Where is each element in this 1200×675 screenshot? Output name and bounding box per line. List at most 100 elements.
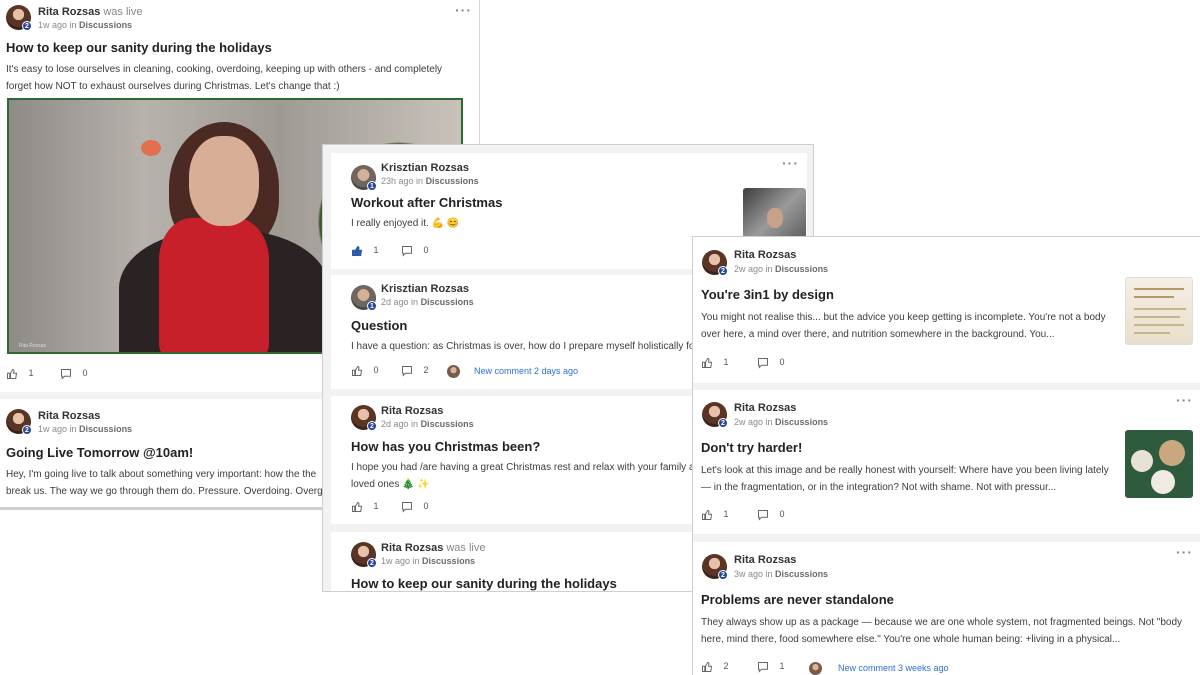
like-count: 2 bbox=[723, 661, 729, 672]
post-title[interactable]: Don't try harder! bbox=[701, 440, 802, 455]
post-meta: 3w ago in Discussions bbox=[734, 569, 829, 579]
presenter-face bbox=[189, 136, 259, 226]
post-meta: 23h ago in Discussions bbox=[381, 176, 479, 186]
author-name[interactable]: Rita Rozsas bbox=[734, 249, 796, 261]
comment-button[interactable]: 2 bbox=[401, 365, 429, 377]
category-link[interactable]: Discussions bbox=[775, 264, 828, 274]
like-count: 1 bbox=[373, 501, 379, 512]
comment-button[interactable]: 1 bbox=[757, 661, 785, 673]
comment-button[interactable]: 0 bbox=[401, 501, 429, 513]
commenter-avatar[interactable] bbox=[447, 365, 460, 378]
post-meta: 2w ago in Discussions bbox=[734, 417, 829, 427]
level-badge: 2 bbox=[718, 570, 728, 580]
video-caption: Rita Rozsas bbox=[19, 343, 46, 349]
post-meta: 2w ago in Discussions bbox=[734, 264, 829, 274]
post-body: I really enjoyed it. 💪 😊 bbox=[351, 218, 460, 229]
comment-count: 0 bbox=[779, 509, 785, 520]
post-title[interactable]: Question bbox=[351, 318, 407, 333]
new-comment-link[interactable]: New comment 2 days ago bbox=[474, 366, 578, 376]
post-image-thumbnail[interactable] bbox=[1125, 430, 1193, 498]
post-body: Let's look at this image and be really h… bbox=[701, 465, 1109, 493]
level-badge: 1 bbox=[367, 301, 377, 311]
speech-bubble-icon bbox=[758, 358, 768, 369]
post-card[interactable]: 2 Rita Rozsas 2w ago in Discussions You'… bbox=[693, 237, 1200, 383]
live-status: was live bbox=[103, 6, 143, 18]
thumbs-up-icon bbox=[352, 246, 363, 256]
post-title[interactable]: Workout after Christmas bbox=[351, 195, 502, 210]
thumbs-up-icon bbox=[7, 369, 18, 379]
speech-bubble-icon bbox=[758, 510, 768, 521]
post-meta: 1w ago in Discussions bbox=[38, 20, 133, 30]
post-image-thumbnail[interactable] bbox=[1125, 277, 1193, 345]
category-link[interactable]: Discussions bbox=[79, 424, 132, 434]
post-meta: 1w ago in Discussions bbox=[38, 424, 133, 434]
more-options-icon[interactable]: ··· bbox=[455, 2, 472, 18]
author-name[interactable]: Krisztian Rozsas bbox=[381, 283, 469, 295]
author-name[interactable]: Rita Rozsas was live bbox=[381, 542, 485, 554]
comment-count: 1 bbox=[779, 661, 785, 672]
level-badge: 2 bbox=[22, 21, 32, 31]
like-count: 1 bbox=[373, 245, 379, 256]
post-title[interactable]: Going Live Tomorrow @10am! bbox=[6, 445, 193, 460]
new-comment-link[interactable]: New comment 3 weeks ago bbox=[838, 663, 949, 673]
author-name[interactable]: Krisztian Rozsas bbox=[381, 162, 469, 174]
level-badge: 1 bbox=[367, 181, 377, 191]
post-title[interactable]: Problems are never standalone bbox=[701, 592, 894, 607]
like-count: 1 bbox=[723, 509, 729, 520]
like-button[interactable]: 0 bbox=[351, 365, 379, 377]
category-link[interactable]: Discussions bbox=[422, 556, 475, 566]
category-link[interactable]: Discussions bbox=[775, 417, 828, 427]
presenter-scarf bbox=[159, 218, 269, 352]
author-name[interactable]: Rita Rozsas bbox=[381, 405, 443, 417]
category-link[interactable]: Discussions bbox=[421, 419, 474, 429]
post-body: You might not realise this... but the ad… bbox=[701, 312, 1106, 340]
comment-count: 0 bbox=[423, 501, 429, 512]
comment-count: 0 bbox=[423, 245, 429, 256]
author-name[interactable]: Rita Rozsas was live bbox=[38, 6, 142, 18]
author-name[interactable]: Rita Rozsas bbox=[734, 554, 796, 566]
more-options-icon[interactable]: ··· bbox=[1176, 392, 1193, 408]
like-count: 0 bbox=[373, 365, 379, 376]
comment-button[interactable]: 0 bbox=[757, 509, 785, 521]
more-options-icon[interactable]: ··· bbox=[1176, 544, 1193, 560]
like-button[interactable]: 1 bbox=[701, 357, 729, 369]
post-title[interactable]: You're 3in1 by design bbox=[701, 287, 834, 302]
like-count: 1 bbox=[28, 368, 34, 379]
author-name[interactable]: Rita Rozsas bbox=[734, 402, 796, 414]
comment-button[interactable]: 0 bbox=[757, 357, 785, 369]
category-link[interactable]: Discussions bbox=[426, 176, 479, 186]
comment-button[interactable]: 0 bbox=[401, 245, 429, 257]
thumbnail-face bbox=[767, 208, 783, 228]
thumbs-up-icon bbox=[352, 502, 363, 512]
category-link[interactable]: Discussions bbox=[421, 297, 474, 307]
category-link[interactable]: Discussions bbox=[775, 569, 828, 579]
like-button[interactable]: 1 bbox=[351, 501, 379, 513]
post-title[interactable]: How to keep our sanity during the holida… bbox=[6, 40, 272, 55]
post-title[interactable]: How to keep our sanity during the holida… bbox=[351, 576, 617, 591]
speech-bubble-icon bbox=[402, 366, 412, 377]
speech-bubble-icon bbox=[61, 369, 71, 380]
level-badge: 2 bbox=[367, 421, 377, 431]
more-options-icon[interactable]: ··· bbox=[782, 155, 799, 171]
level-badge: 2 bbox=[367, 558, 377, 568]
category-link[interactable]: Discussions bbox=[79, 20, 132, 30]
lamp-decor bbox=[141, 140, 161, 156]
comment-button[interactable]: 0 bbox=[60, 368, 88, 380]
speech-bubble-icon bbox=[758, 662, 768, 673]
like-count: 1 bbox=[723, 357, 729, 368]
post-card[interactable]: 2 Rita Rozsas 2w ago in Discussions ··· … bbox=[693, 390, 1200, 534]
post-body: They always show up as a package — becau… bbox=[701, 617, 1183, 645]
post-body: It's easy to lose ourselves in cleaning,… bbox=[6, 64, 443, 92]
thumbs-up-icon bbox=[702, 510, 713, 520]
post-meta: 1w ago in Discussions bbox=[381, 556, 476, 566]
like-button[interactable]: 1 bbox=[351, 245, 379, 257]
like-button[interactable]: 1 bbox=[701, 509, 729, 521]
author-name[interactable]: Rita Rozsas bbox=[38, 410, 100, 422]
like-button[interactable]: 2 bbox=[701, 661, 729, 673]
post-card[interactable]: 2 Rita Rozsas 3w ago in Discussions ··· … bbox=[693, 542, 1200, 675]
live-status: was live bbox=[446, 542, 486, 554]
commenter-avatar[interactable] bbox=[809, 662, 822, 675]
post-title[interactable]: How has you Christmas been? bbox=[351, 439, 540, 454]
like-button[interactable]: 1 bbox=[6, 368, 34, 380]
level-badge: 2 bbox=[718, 418, 728, 428]
